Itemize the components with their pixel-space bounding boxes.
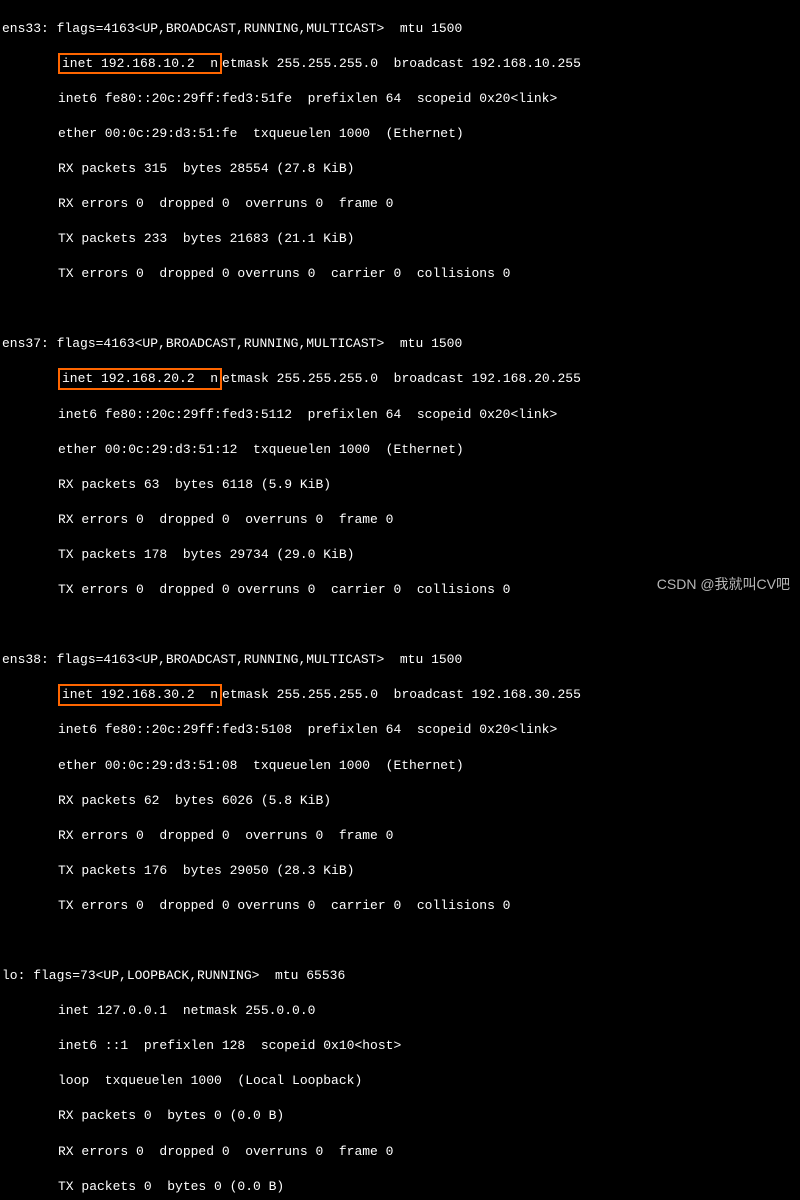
iface-tx-packets: TX packets 176 bytes 29050 (28.3 KiB) — [2, 862, 798, 880]
lo-tx-packets: TX packets 0 bytes 0 (0.0 B) — [2, 1178, 798, 1196]
iface-rx-errors: RX errors 0 dropped 0 overruns 0 frame 0 — [2, 827, 798, 845]
iface-rx-errors: RX errors 0 dropped 0 overruns 0 frame 0 — [2, 195, 798, 213]
iface-header: ens33: flags=4163<UP,BROADCAST,RUNNING,M… — [2, 20, 798, 38]
lo-rx-errors: RX errors 0 dropped 0 overruns 0 frame 0 — [2, 1143, 798, 1161]
iface-header: ens37: flags=4163<UP,BROADCAST,RUNNING,M… — [2, 335, 798, 353]
iface-inet6: inet6 fe80::20c:29ff:fed3:51fe prefixlen… — [2, 90, 798, 108]
iface-inet-rest: etmask 255.255.255.0 broadcast 192.168.1… — [222, 56, 581, 71]
iface-tx-packets: TX packets 233 bytes 21683 (21.1 KiB) — [2, 230, 798, 248]
iface-tx-errors: TX errors 0 dropped 0 overruns 0 carrier… — [2, 265, 798, 283]
iface-rx-packets: RX packets 63 bytes 6118 (5.9 KiB) — [2, 476, 798, 494]
lo-loop: loop txqueuelen 1000 (Local Loopback) — [2, 1072, 798, 1090]
iface-rx-packets: RX packets 315 bytes 28554 (27.8 KiB) — [2, 160, 798, 178]
watermark-text: CSDN @我就叫CV吧 — [657, 575, 790, 594]
iface-inet-row: inet 192.168.20.2 netmask 255.255.255.0 … — [2, 370, 798, 388]
terminal-output: ens33: flags=4163<UP,BROADCAST,RUNNING,M… — [2, 2, 798, 1200]
highlight-ens33-inet: inet 192.168.10.2 n — [58, 53, 222, 75]
lo-rx-packets: RX packets 0 bytes 0 (0.0 B) — [2, 1107, 798, 1125]
iface-ether: ether 00:0c:29:d3:51:08 txqueuelen 1000 … — [2, 757, 798, 775]
iface-ether: ether 00:0c:29:d3:51:fe txqueuelen 1000 … — [2, 125, 798, 143]
highlight-ens38-inet: inet 192.168.30.2 n — [58, 684, 222, 706]
iface-rx-packets: RX packets 62 bytes 6026 (5.8 KiB) — [2, 792, 798, 810]
iface-inet-rest: etmask 255.255.255.0 broadcast 192.168.2… — [222, 371, 581, 386]
iface-inet6: inet6 fe80::20c:29ff:fed3:5108 prefixlen… — [2, 721, 798, 739]
iface-inet-row: inet 192.168.30.2 netmask 255.255.255.0 … — [2, 686, 798, 704]
iface-rx-errors: RX errors 0 dropped 0 overruns 0 frame 0 — [2, 511, 798, 529]
lo-header: lo: flags=73<UP,LOOPBACK,RUNNING> mtu 65… — [2, 967, 798, 985]
iface-ether: ether 00:0c:29:d3:51:12 txqueuelen 1000 … — [2, 441, 798, 459]
iface-inet6: inet6 fe80::20c:29ff:fed3:5112 prefixlen… — [2, 406, 798, 424]
lo-inet: inet 127.0.0.1 netmask 255.0.0.0 — [2, 1002, 798, 1020]
iface-tx-errors: TX errors 0 dropped 0 overruns 0 carrier… — [2, 897, 798, 915]
iface-inet-rest: etmask 255.255.255.0 broadcast 192.168.3… — [222, 687, 581, 702]
iface-header: ens38: flags=4163<UP,BROADCAST,RUNNING,M… — [2, 651, 798, 669]
iface-tx-packets: TX packets 178 bytes 29734 (29.0 KiB) — [2, 546, 798, 564]
highlight-ens37-inet: inet 192.168.20.2 n — [58, 368, 222, 390]
iface-inet-row: inet 192.168.10.2 netmask 255.255.255.0 … — [2, 55, 798, 73]
lo-inet6: inet6 ::1 prefixlen 128 scopeid 0x10<hos… — [2, 1037, 798, 1055]
